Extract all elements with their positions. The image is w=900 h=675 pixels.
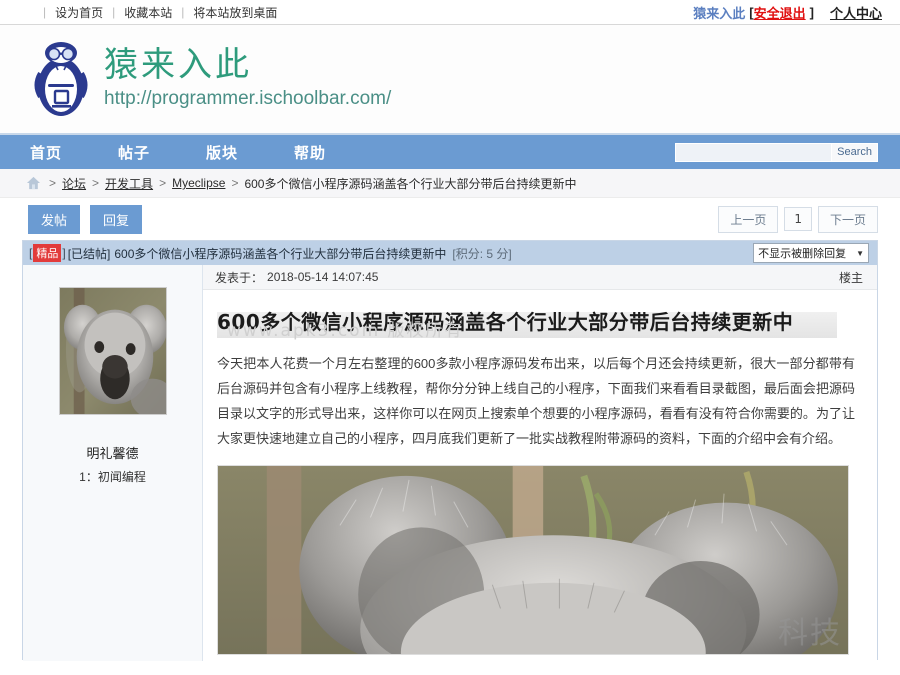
pagination: 上一页 1 下一页 (718, 205, 878, 233)
image-watermark: 科技 (778, 616, 842, 651)
thread-title-link[interactable]: 600多个微信小程序源码涵盖各个行业大部分带后台持续更新中 (114, 245, 446, 262)
breadcrumb-arrow-3: > (231, 176, 239, 190)
set-homepage-link[interactable]: 设为首页 (55, 4, 103, 21)
inline-watermark-text: www.apk3.com 版权所有 (227, 321, 464, 341)
topbar-account-area: 猿来入此 [ 安全退出 ] 个人中心 (693, 3, 882, 22)
user-center-link[interactable]: 个人中心 (830, 3, 882, 22)
nav-item-sections[interactable]: 版块 (206, 142, 238, 163)
post-column: 发表于： 2018-05-14 14:07:45 楼主 600多个微信小程序源码… (203, 265, 877, 661)
reply-button[interactable]: 回复 (90, 204, 143, 234)
posted-timestamp: 2018-05-14 14:07:45 (267, 270, 379, 284)
breadcrumb-arrow-0: > (49, 176, 57, 190)
breadcrumb-item-current: 600多个微信小程序源码涵盖各个行业大部分带后台持续更新中 (244, 176, 577, 191)
breadcrumb: > 论坛 > 开发工具 > Myeclipse > 600多个微信小程序源码涵盖… (0, 169, 900, 198)
badge-bracket-open: [ (29, 246, 33, 260)
reply-filter-value: 不显示被删除回复 (758, 248, 847, 260)
status-badge: 精品 (33, 244, 62, 262)
topbar-separator-1: | (112, 5, 116, 19)
logout-bracket-close: ] (809, 4, 814, 20)
breadcrumb-arrow-1: > (92, 176, 100, 190)
thread-closed-label: [已结帖] (67, 246, 111, 261)
site-header: 猿来入此 http://programmer.ischoolbar.com/ (0, 25, 900, 135)
koala-photo-image[interactable]: 科技 (217, 465, 849, 655)
new-post-button[interactable]: 发帖 (28, 204, 81, 234)
thread-header: [ 精品 ] [已结帖] 600多个微信小程序源码涵盖各个行业大部分带后台持续更… (23, 241, 877, 265)
monkey-logo-icon[interactable] (30, 39, 92, 119)
add-to-desktop-link[interactable]: 将本站放到桌面 (193, 4, 277, 21)
search-form: Search (675, 142, 878, 162)
main-navigation: 首页 帖子 版块 帮助 Search (0, 135, 900, 169)
current-user-label: 猿来入此 (693, 5, 746, 21)
breadcrumb-arrow-2: > (159, 176, 167, 190)
nav-item-help[interactable]: 帮助 (294, 142, 326, 163)
top-utility-bar: | 设为首页 | 收藏本站 | 将本站放到桌面 猿来入此 [ 安全退出 ] 个人… (0, 0, 900, 25)
thread-action-bar: 发帖 回复 上一页 1 下一页 (0, 198, 900, 240)
reply-filter-select[interactable]: 不显示被删除回复 ▼ (753, 243, 869, 263)
posted-label: 发表于： (215, 270, 264, 285)
chevron-down-icon: ▼ (856, 248, 864, 258)
poster-username[interactable]: 明礼馨德 (23, 443, 202, 462)
post-meta-bar: 发表于： 2018-05-14 14:07:45 楼主 (203, 265, 877, 290)
home-icon[interactable] (26, 176, 41, 190)
badge-bracket-close: ] (62, 246, 66, 260)
topbar-separator-0: | (43, 5, 47, 19)
poster-column: 明礼馨德 1：初闻编程 (23, 265, 203, 661)
breadcrumb-item-myeclipse[interactable]: Myeclipse (172, 176, 225, 190)
poster-rank: 1：初闻编程 (79, 470, 146, 484)
prev-page-button[interactable]: 上一页 (718, 205, 779, 233)
thread-owner-tag: 楼主 (838, 270, 863, 285)
thread-points-label: [积分: 5 分] (452, 246, 512, 261)
topbar-links: | 设为首页 | 收藏本站 | 将本站放到桌面 (34, 4, 277, 21)
thread-body: 明礼馨德 1：初闻编程 发表于： 2018-05-14 14:07:45 楼主 … (23, 265, 877, 661)
logout-link[interactable]: 安全退出 (754, 3, 806, 22)
search-button[interactable]: Search (832, 142, 878, 162)
site-identity: 猿来入此 http://programmer.ischoolbar.com/ (104, 45, 392, 110)
thread-card: [ 精品 ] [已结帖] 600多个微信小程序源码涵盖各个行业大部分带后台持续更… (22, 240, 878, 661)
nav-item-posts[interactable]: 帖子 (118, 142, 150, 163)
topbar-separator-2: | (181, 5, 185, 19)
koala-avatar-image[interactable] (58, 287, 167, 415)
site-title: 猿来入此 (104, 45, 252, 86)
breadcrumb-item-forum[interactable]: 论坛 (62, 175, 86, 192)
search-input[interactable] (675, 142, 833, 162)
site-url: http://programmer.ischoolbar.com/ (104, 87, 392, 109)
nav-item-home[interactable]: 首页 (30, 142, 62, 163)
post-body-text: 今天把本人花费一个月左右整理的600多款小程序源码发布出来，以后每个月还会持续更… (217, 356, 855, 446)
bookmark-site-link[interactable]: 收藏本站 (124, 4, 172, 21)
page-number-1[interactable]: 1 (784, 207, 812, 231)
next-page-button[interactable]: 下一页 (817, 205, 878, 233)
breadcrumb-item-devtools[interactable]: 开发工具 (105, 175, 153, 192)
